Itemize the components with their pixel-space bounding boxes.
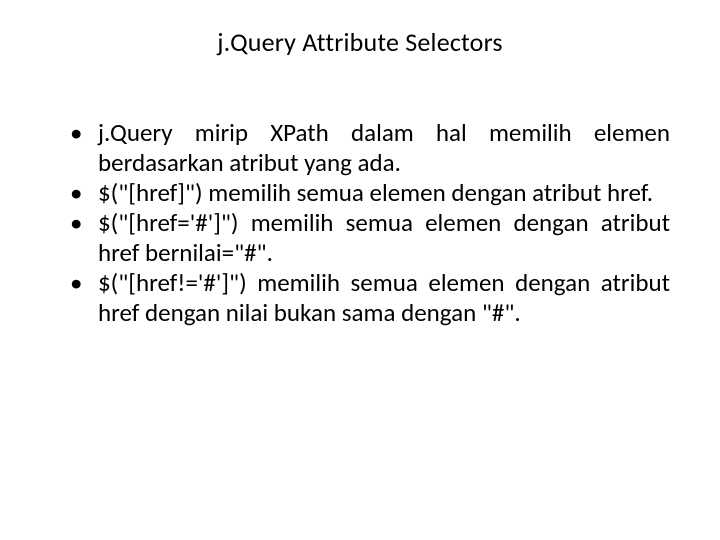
list-item: j.Query mirip XPath dalam hal memilih el… xyxy=(70,118,670,178)
list-item: $("[href]") memilih semua elemen dengan … xyxy=(70,178,670,208)
list-item: $("[href!='#']") memilih semua elemen de… xyxy=(70,268,670,328)
bullet-list: j.Query mirip XPath dalam hal memilih el… xyxy=(50,118,670,328)
list-item: $("[href='#']") memilih semua elemen den… xyxy=(70,208,670,268)
slide-title: j.Query Attribute Selectors xyxy=(50,26,670,58)
slide-container: j.Query Attribute Selectors j.Query miri… xyxy=(0,0,720,540)
